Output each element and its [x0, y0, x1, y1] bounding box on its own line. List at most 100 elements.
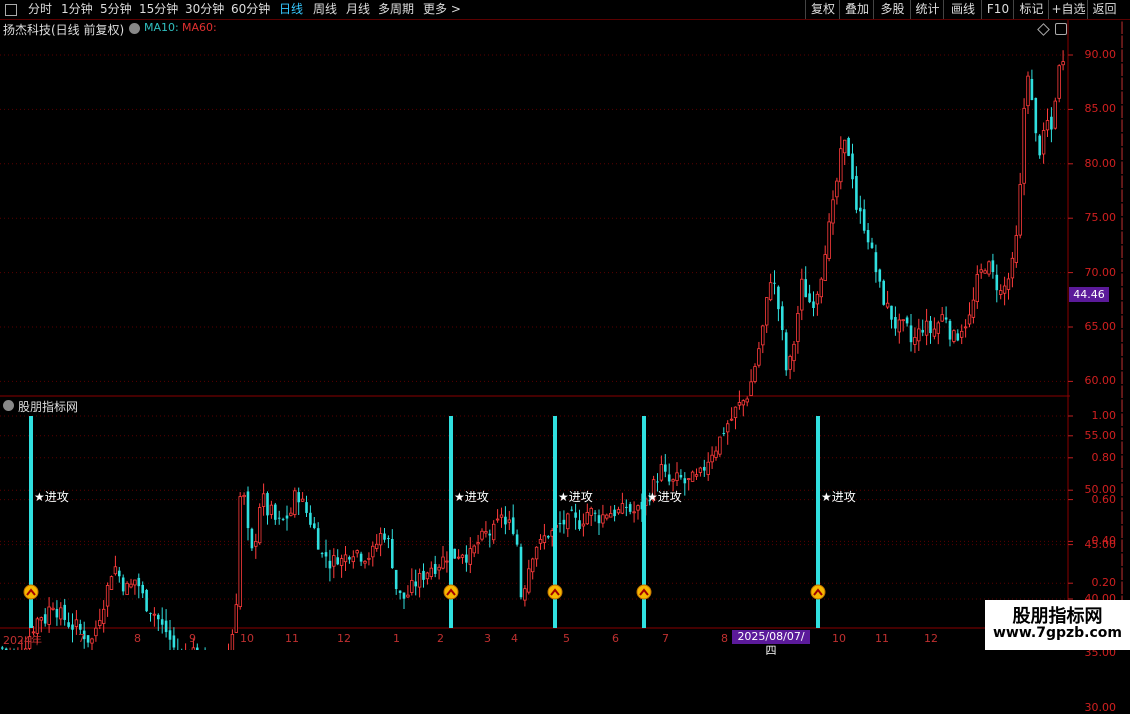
side-panel-char: | [1120, 174, 1125, 188]
candle-body [808, 293, 811, 303]
candle-body [1045, 120, 1050, 131]
time-tick-label: 2024年 [3, 634, 42, 647]
candle-body [847, 137, 850, 156]
signal-tick-label: 0.40 [1091, 534, 1117, 548]
candle-body [39, 617, 43, 621]
side-panel-char: | [1120, 524, 1125, 538]
candle-body [690, 471, 695, 482]
candle-body [765, 297, 769, 326]
indicator-title: 股朋指标网 [18, 400, 79, 414]
candle-body [98, 620, 102, 627]
candle-body [578, 520, 581, 529]
candle-body [804, 279, 807, 298]
candle-body [905, 317, 909, 324]
candle-body [664, 464, 667, 472]
signal-tick-label: 0.20 [1091, 576, 1117, 590]
side-panel-char: | [1120, 62, 1125, 76]
candle-body [90, 638, 94, 644]
candle-body [145, 589, 148, 612]
candle-body [402, 592, 406, 599]
candle-body [519, 546, 523, 598]
candle-body [714, 450, 718, 458]
candle-body [792, 343, 796, 362]
candle-body [456, 556, 461, 559]
candle-body [348, 557, 351, 560]
candle-body [504, 516, 507, 525]
candle-body [1018, 184, 1022, 236]
candle-body [1006, 278, 1011, 290]
candle-body [410, 580, 414, 593]
side-panel-char: | [1120, 314, 1125, 328]
candle-body [890, 305, 893, 320]
candle-body [675, 472, 679, 481]
candle-body [683, 478, 687, 484]
candle-body [277, 517, 281, 519]
candle-body [507, 519, 511, 523]
candle-body [523, 588, 527, 601]
candle-body [480, 530, 484, 540]
candle-body [538, 539, 543, 544]
candle-body [855, 175, 858, 210]
candle-body [281, 518, 285, 520]
side-panel-char: | [1120, 342, 1125, 356]
price-chart[interactable] [0, 0, 1130, 650]
side-panel-char: | [1120, 188, 1125, 202]
time-tick-label: 2 [437, 632, 444, 645]
candle-body [835, 180, 839, 198]
time-tick-label: 1 [393, 632, 400, 645]
candle-body [894, 317, 897, 329]
candle-body [336, 557, 339, 565]
candle-body [293, 490, 297, 515]
side-panel-char: | [1120, 286, 1125, 300]
candle-body [656, 481, 659, 483]
candle-body [113, 566, 118, 575]
time-tick-label: 9 [189, 632, 196, 645]
candle-body [172, 635, 176, 648]
candle-body [160, 619, 164, 625]
candle-body [43, 614, 47, 624]
candle-body [609, 513, 613, 518]
side-panel-char: | [1120, 244, 1125, 258]
cursor-date-tag: 2025/08/07/四 [732, 630, 810, 657]
candle-body [983, 270, 987, 274]
candle-body [944, 317, 948, 320]
candle-body [952, 330, 956, 342]
candle-body [422, 570, 425, 580]
candle-body [960, 330, 964, 338]
candle-body [129, 583, 133, 588]
candle-body [1030, 78, 1034, 101]
side-panel-char: | [1120, 20, 1125, 34]
signal-arrow-icon [23, 584, 39, 600]
signal-label: ★进攻 [558, 490, 593, 504]
sub-dropdown-icon[interactable] [3, 400, 14, 411]
side-panel-char: | [1120, 552, 1125, 566]
candle-body [1053, 100, 1057, 129]
candle-body [737, 402, 742, 406]
candle-body [63, 604, 66, 620]
candle-body [371, 545, 375, 558]
candle-body [843, 139, 847, 154]
candle-body [465, 554, 468, 563]
candle-body [605, 514, 609, 519]
signal-tick-label: 0.60 [1091, 492, 1117, 506]
candle-body [812, 301, 815, 308]
side-panel-char: | [1120, 482, 1125, 496]
candle-body [628, 504, 632, 512]
candle-body [827, 221, 831, 259]
candle-body [542, 535, 547, 543]
candle-body [254, 541, 258, 547]
side-panel-char: | [1120, 160, 1125, 174]
candle-body [585, 511, 589, 525]
candle-body [152, 613, 157, 616]
candle-body [141, 584, 144, 594]
candle-body [761, 325, 765, 346]
candle-body [1014, 235, 1018, 263]
candle-body [94, 627, 98, 637]
candle-body [929, 320, 932, 334]
candle-body [851, 153, 854, 180]
candle-body [698, 467, 703, 473]
candle-body [687, 478, 691, 480]
side-panel-char: | [1120, 454, 1125, 468]
signal-arrow-icon [547, 584, 563, 600]
candle-body [355, 550, 359, 554]
